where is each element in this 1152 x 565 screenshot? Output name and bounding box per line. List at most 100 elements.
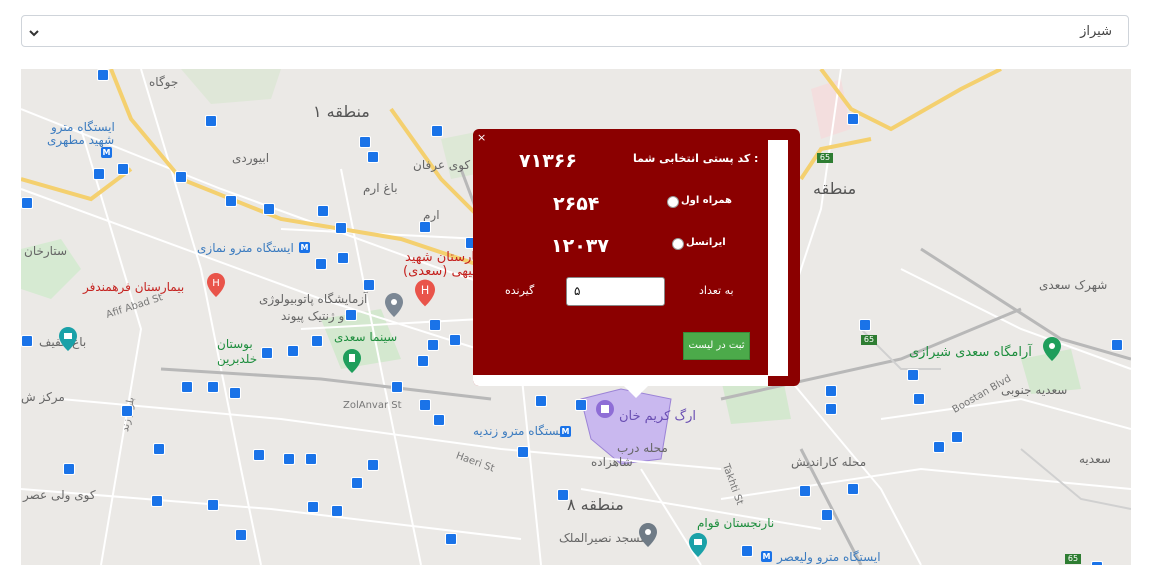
- bus-stop-icon[interactable]: [825, 403, 837, 415]
- bus-stop-icon[interactable]: [359, 136, 371, 148]
- bus-stop-icon[interactable]: [821, 509, 833, 521]
- bus-stop-icon[interactable]: [367, 151, 379, 163]
- bus-stop-icon[interactable]: [153, 443, 165, 455]
- bus-stop-icon[interactable]: [799, 485, 811, 497]
- operator-count-hamrahe-aval: ۲۶۵۴: [553, 193, 600, 215]
- bus-stop-icon[interactable]: [225, 195, 237, 207]
- cinema-pin-icon[interactable]: [343, 349, 361, 377]
- camera-pin-icon[interactable]: [59, 327, 77, 355]
- map-label-zol-anvar: ZolAnvar St: [343, 400, 402, 411]
- bus-stop-icon[interactable]: [235, 529, 247, 541]
- bus-stop-icon[interactable]: [175, 171, 187, 183]
- bus-stop-icon[interactable]: [951, 431, 963, 443]
- bus-stop-icon[interactable]: [181, 381, 193, 393]
- castle-pin-icon[interactable]: [595, 399, 615, 423]
- hospital-pin-icon[interactable]: H: [415, 279, 435, 311]
- bus-stop-icon[interactable]: [535, 395, 547, 407]
- bus-stop-icon[interactable]: [263, 203, 275, 215]
- bus-stop-icon[interactable]: [449, 334, 461, 346]
- bus-stop-icon[interactable]: [907, 369, 919, 381]
- bus-stop-icon[interactable]: [97, 69, 109, 81]
- bus-stop-icon[interactable]: [207, 499, 219, 511]
- operator-label-irancell: ایرانسل: [686, 237, 726, 248]
- bus-stop-icon[interactable]: [311, 335, 323, 347]
- popup-scrollbar[interactable]: [768, 140, 788, 376]
- bus-stop-icon[interactable]: [933, 441, 945, 453]
- bus-stop-icon[interactable]: [419, 221, 431, 233]
- map-label-arg-karimkhan: ارگ کریم خان: [619, 409, 696, 424]
- bus-stop-icon[interactable]: [207, 381, 219, 393]
- map-label-mahaleh-darb: محله درب: [617, 441, 668, 455]
- bus-stop-icon[interactable]: [335, 222, 347, 234]
- bus-stop-icon[interactable]: [445, 533, 457, 545]
- submit-button[interactable]: ثبت در لیست: [683, 332, 750, 360]
- bus-stop-icon[interactable]: [741, 545, 753, 557]
- bus-stop-icon[interactable]: [363, 279, 375, 291]
- map-label-cinema-saadi: سینما سعدی: [334, 330, 398, 344]
- city-select[interactable]: شیراز: [21, 15, 1129, 47]
- radio-irancell[interactable]: [672, 238, 684, 250]
- bus-stop-icon[interactable]: [575, 399, 587, 411]
- bus-stop-icon[interactable]: [1111, 339, 1123, 351]
- map-label-park-khaldebarin-1: بوستان: [217, 337, 253, 351]
- museum-pin-icon[interactable]: [689, 533, 707, 561]
- bus-stop-icon[interactable]: [429, 319, 441, 331]
- bus-stop-icon[interactable]: [283, 453, 295, 465]
- bus-stop-icon[interactable]: [391, 381, 403, 393]
- bus-stop-icon[interactable]: [431, 125, 443, 137]
- bus-stop-icon[interactable]: [913, 393, 925, 405]
- bus-stop-icon[interactable]: [1091, 561, 1103, 565]
- bus-stop-icon[interactable]: [345, 309, 357, 321]
- bus-stop-icon[interactable]: [117, 163, 129, 175]
- bus-stop-icon[interactable]: [305, 453, 317, 465]
- metro-icon[interactable]: M: [101, 147, 112, 158]
- svg-text:H: H: [212, 278, 220, 289]
- bus-stop-icon[interactable]: [287, 345, 299, 357]
- bus-stop-icon[interactable]: [417, 355, 429, 367]
- bus-stop-icon[interactable]: [433, 414, 445, 426]
- route-shield: 65: [1065, 554, 1081, 564]
- bus-stop-icon[interactable]: [63, 463, 75, 475]
- bus-stop-icon[interactable]: [121, 405, 133, 417]
- bus-stop-icon[interactable]: [307, 501, 319, 513]
- close-icon[interactable]: ×: [477, 131, 486, 144]
- bus-stop-icon[interactable]: [419, 399, 431, 411]
- place-pin-icon[interactable]: [385, 293, 403, 321]
- tomb-pin-icon[interactable]: [1043, 337, 1061, 365]
- bus-stop-icon[interactable]: [847, 483, 859, 495]
- bus-stop-icon[interactable]: [337, 252, 349, 264]
- bus-stop-icon[interactable]: [151, 495, 163, 507]
- bus-stop-icon[interactable]: [317, 205, 329, 217]
- bus-stop-icon[interactable]: [21, 197, 33, 209]
- map-label-shahrak-saadi: شهرک سعدی: [1039, 278, 1108, 292]
- bus-stop-icon[interactable]: [367, 459, 379, 471]
- bus-stop-icon[interactable]: [93, 168, 105, 180]
- bus-stop-icon[interactable]: [825, 385, 837, 397]
- bus-stop-icon[interactable]: [517, 446, 529, 458]
- operator-count-irancell: ۱۲۰۳۷: [551, 235, 609, 257]
- bus-stop-icon[interactable]: [859, 319, 871, 331]
- radio-hamrahe-aval[interactable]: [667, 196, 679, 208]
- route-shield: 65: [861, 335, 877, 345]
- hospital-pin-icon[interactable]: H: [207, 273, 225, 301]
- bus-stop-icon[interactable]: [229, 387, 241, 399]
- metro-icon[interactable]: M: [761, 551, 772, 562]
- map-label-bagh-eram: باغ ارم: [363, 181, 398, 195]
- map-label-park-khaldebarin-2: خلدبرین: [217, 352, 258, 366]
- bus-stop-icon[interactable]: [351, 477, 363, 489]
- map-label-narenjestan: نارنجستان قوام: [697, 516, 775, 530]
- bus-stop-icon[interactable]: [205, 115, 217, 127]
- mosque-pin-icon[interactable]: [639, 523, 657, 551]
- bus-stop-icon[interactable]: [427, 339, 439, 351]
- metro-icon[interactable]: M: [299, 242, 310, 253]
- bus-stop-icon[interactable]: [21, 335, 33, 347]
- bus-stop-icon[interactable]: [557, 489, 569, 501]
- bus-stop-icon[interactable]: [253, 449, 265, 461]
- bus-stop-icon[interactable]: [261, 347, 273, 359]
- bus-stop-icon[interactable]: [331, 505, 343, 517]
- qty-input[interactable]: ۵: [566, 277, 665, 306]
- route-shield: 65: [817, 153, 833, 163]
- metro-icon[interactable]: M: [560, 426, 571, 437]
- bus-stop-icon[interactable]: [315, 258, 327, 270]
- bus-stop-icon[interactable]: [847, 113, 859, 125]
